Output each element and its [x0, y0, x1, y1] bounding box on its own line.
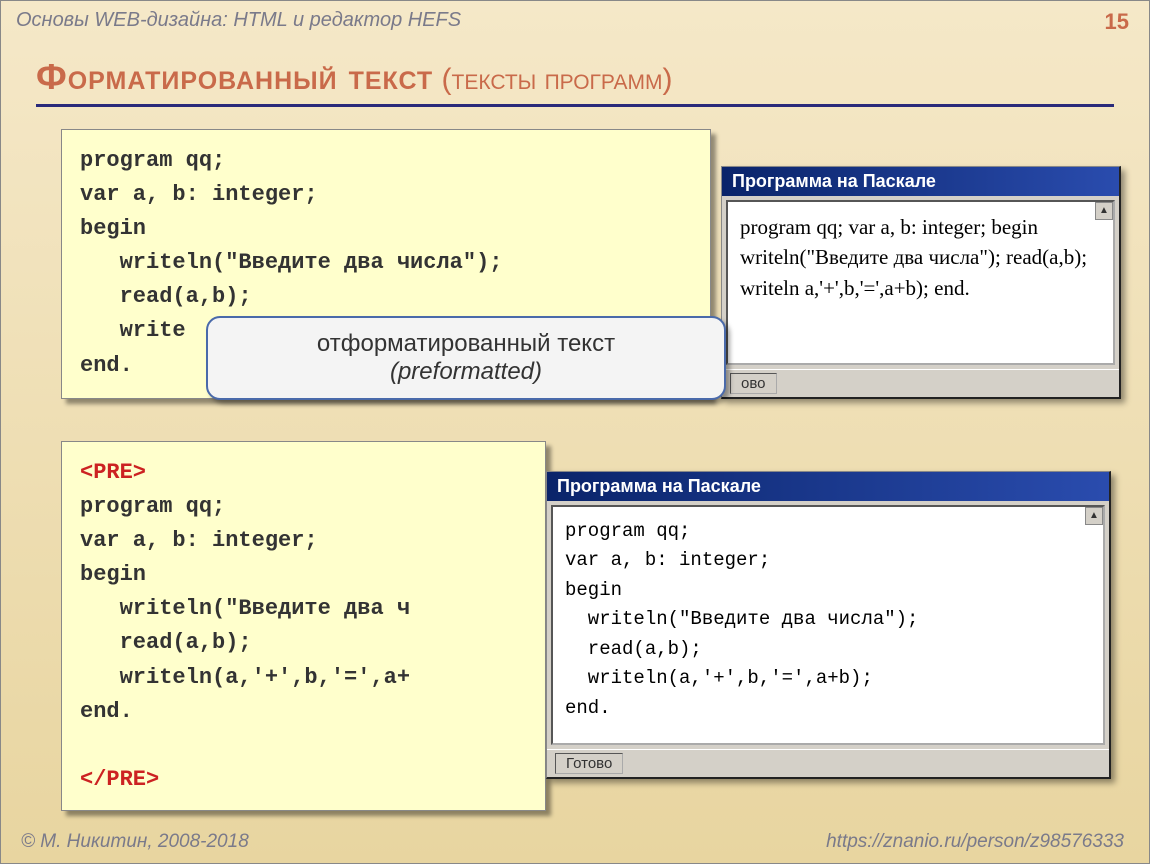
footer-url: https://znanio.ru/person/z98576333	[826, 831, 1124, 853]
browser2-status: Готово	[547, 749, 1109, 777]
title-sub: (тексты программ)	[433, 63, 672, 96]
browser-window-1: Программа на Паскале ▲ program qq; var a…	[721, 166, 1121, 399]
scroll-up-icon[interactable]: ▲	[1095, 202, 1113, 220]
browser2-status-text: Готово	[555, 753, 623, 774]
code-bottom-body: program qq; var a, b: integer; begin wri…	[80, 494, 410, 724]
pre-open-tag: <PRE>	[80, 460, 146, 485]
browser2-text: program qq; var a, b: integer; begin wri…	[565, 517, 1091, 723]
browser1-text: program qq; var a, b: integer; begin wri…	[740, 212, 1101, 303]
slide-title: Форматированный текст (тексты программ)	[36, 56, 1114, 107]
callout-line1: отформатированный текст	[228, 330, 704, 358]
scroll-up-icon[interactable]: ▲	[1085, 507, 1103, 525]
code-box-bottom: <PRE> program qq; var a, b: integer; beg…	[61, 441, 546, 811]
browser1-body: ▲ program qq; var a, b: integer; begin w…	[726, 200, 1115, 365]
callout-line2: (preformatted)	[228, 358, 704, 386]
header-text: Основы WEB-дизайна: HTML и редактор HEFS	[16, 9, 461, 32]
browser2-body: ▲ program qq; var a, b: integer; begin w…	[551, 505, 1105, 745]
browser-window-2: Программа на Паскале ▲ program qq; var a…	[546, 471, 1111, 779]
callout-bubble: отформатированный текст (preformatted)	[206, 316, 726, 400]
browser1-titlebar: Программа на Паскале	[722, 167, 1119, 196]
browser2-titlebar: Программа на Паскале	[547, 472, 1109, 501]
footer-copyright: © М. Никитин, 2008-2018	[21, 831, 249, 853]
title-main: Форматированный текст	[36, 56, 433, 97]
browser1-status: ово	[722, 369, 1119, 397]
page-number: 15	[1105, 9, 1129, 35]
browser1-status-text: ово	[730, 373, 777, 394]
pre-close-tag: </PRE>	[80, 767, 159, 792]
